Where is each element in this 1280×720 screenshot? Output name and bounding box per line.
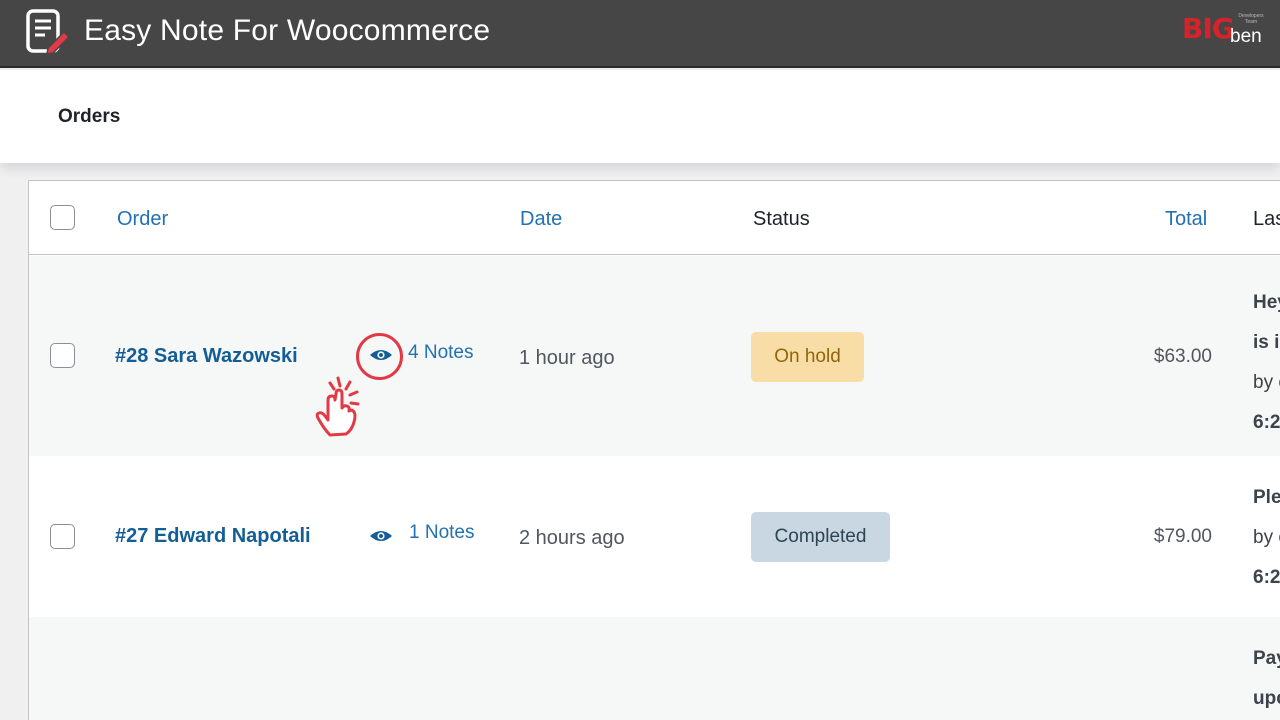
column-status: Status (753, 208, 810, 230)
brand-logo-ben: ben (1230, 26, 1262, 47)
note-edit-icon (26, 9, 71, 55)
last-note-line: Pay (1253, 648, 1280, 669)
column-total[interactable]: Total (1165, 207, 1207, 231)
status-badge: Completed (751, 512, 890, 562)
row-checkbox[interactable] (50, 343, 75, 368)
page-header: Orders (0, 70, 1280, 163)
notes-link[interactable]: 4 Notes (408, 342, 473, 364)
select-all-checkbox[interactable] (50, 205, 75, 230)
last-note-line: upc (1253, 688, 1280, 709)
table-row: #27 Edward Napotali 1 Notes 2 hours ago … (29, 456, 1280, 617)
last-note-line: 6:2 (1253, 412, 1280, 433)
last-note-line: by c (1253, 527, 1280, 548)
page-title: Orders (58, 106, 121, 127)
orders-table: Order Date Status Total Las #28 Sara Waz… (28, 180, 1280, 720)
table-row: Pay upc (29, 617, 1280, 720)
order-date: 1 hour ago (519, 347, 615, 369)
row-checkbox[interactable] (50, 524, 75, 549)
table-row: #28 Sara Wazowski 4 Notes 1 hour ago On … (29, 256, 1280, 456)
brand-logo-tagline: Developers Team (1238, 13, 1264, 25)
notes-link[interactable]: 1 Notes (409, 522, 474, 544)
brand-logo-big: BIG (1182, 12, 1235, 45)
last-note-line: is i (1253, 332, 1280, 353)
column-order[interactable]: Order (117, 207, 168, 231)
app-banner: Easy Note For Woocommerce BIG Developers… (0, 0, 1280, 68)
click-hand-icon (315, 376, 360, 437)
last-note-line: 6:2 (1253, 567, 1280, 588)
last-note-line: Ple (1253, 487, 1280, 508)
column-last-note: Las (1253, 208, 1280, 230)
order-link[interactable]: #27 Edward Napotali (115, 524, 311, 548)
column-date[interactable]: Date (520, 207, 562, 231)
brand-logo: BIG Developers Team ben (1182, 10, 1268, 50)
order-date: 2 hours ago (519, 527, 625, 549)
order-link[interactable]: #28 Sara Wazowski (115, 344, 298, 368)
app-title: Easy Note For Woocommerce (84, 14, 491, 47)
order-total: $63.00 (1153, 346, 1212, 367)
last-note-line: Hey (1253, 292, 1280, 313)
order-total: $79.00 (1153, 526, 1212, 547)
highlight-circle (356, 333, 403, 380)
last-note-line: by c (1253, 372, 1280, 393)
table-header: Order Date Status Total Las (29, 181, 1280, 255)
eye-icon[interactable] (369, 529, 393, 543)
status-badge: On hold (751, 332, 864, 382)
